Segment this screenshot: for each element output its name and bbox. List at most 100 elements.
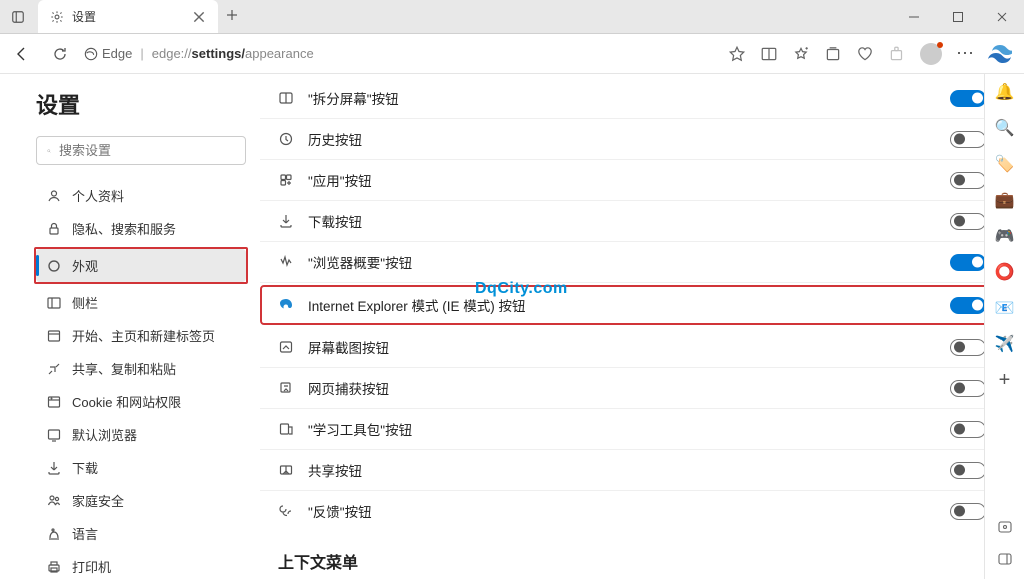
search-sidebar-icon[interactable]: 🔍: [995, 118, 1015, 138]
nav-icon: [46, 361, 62, 377]
copilot-icon[interactable]: [988, 42, 1012, 66]
toggle-switch[interactable]: [950, 90, 986, 107]
settings-toggle-row: "反馈"按钮: [260, 491, 1004, 531]
nav-icon: [46, 559, 62, 575]
row-label: 屏幕截图按钮: [308, 337, 936, 357]
row-label: "浏览器概要"按钮: [308, 252, 936, 272]
browser-tab[interactable]: 设置: [38, 0, 218, 33]
maximize-button[interactable]: [936, 0, 980, 34]
sidebar-item[interactable]: 语言: [36, 517, 246, 550]
back-button[interactable]: [8, 40, 36, 68]
settings-toggle-row: Internet Explorer 模式 (IE 模式) 按钮: [260, 285, 1004, 325]
settings-toggle-row: 网页捕获按钮: [260, 368, 1004, 409]
sidebar-item[interactable]: 下载: [36, 451, 246, 484]
row-label: 历史按钮: [308, 129, 936, 149]
settings-toggle-row: "应用"按钮: [260, 160, 1004, 201]
tag-icon[interactable]: 🏷️: [995, 154, 1015, 174]
toggle-switch[interactable]: [950, 254, 986, 271]
row-label: "拆分屏幕"按钮: [308, 88, 936, 108]
settings-toggle-row: 共享按钮: [260, 450, 1004, 491]
sidebar-item[interactable]: 隐私、搜索和服务: [36, 212, 246, 245]
row-label: 共享按钮: [308, 460, 936, 480]
heart-icon[interactable]: [856, 45, 874, 63]
sidebar-item[interactable]: 默认浏览器: [36, 418, 246, 451]
row-label: 网页捕获按钮: [308, 378, 936, 398]
minimize-button[interactable]: [892, 0, 936, 34]
tab-actions-icon[interactable]: [6, 0, 30, 34]
new-tab-button[interactable]: [226, 8, 238, 26]
row-icon: [278, 131, 294, 147]
url-display[interactable]: Edge | edge://settings/appearance: [84, 46, 718, 61]
nav-icon: [46, 493, 62, 509]
settings-toggle-row: 下载按钮: [260, 201, 1004, 242]
game-icon[interactable]: 🎮: [995, 226, 1015, 246]
search-field[interactable]: [59, 143, 235, 158]
toggle-switch[interactable]: [950, 380, 986, 397]
sidebar-item[interactable]: 打印机: [36, 550, 246, 579]
row-icon: [278, 421, 294, 437]
split-screen-icon[interactable]: [760, 45, 778, 63]
row-label: "反馈"按钮: [308, 501, 936, 521]
row-icon: [278, 503, 294, 519]
sidebar-item[interactable]: 外观: [36, 249, 246, 282]
toggle-switch[interactable]: [950, 172, 986, 189]
sidebar-collapse-icon[interactable]: [995, 549, 1015, 569]
sidebar-item[interactable]: Cookie 和网站权限: [36, 385, 246, 418]
send-icon[interactable]: ✈️: [995, 334, 1015, 354]
settings-toggle-row: 屏幕截图按钮: [260, 327, 1004, 368]
bell-icon[interactable]: 🔔: [995, 82, 1015, 102]
row-icon: [278, 339, 294, 355]
sidebar-item-label: 隐私、搜索和服务: [72, 219, 176, 238]
row-icon: [278, 172, 294, 188]
sidebar-item[interactable]: 侧栏: [36, 286, 246, 319]
profile-avatar[interactable]: [920, 43, 942, 65]
toggle-switch[interactable]: [950, 213, 986, 230]
sidebar-item[interactable]: 共享、复制和粘贴: [36, 352, 246, 385]
sidebar-settings-icon[interactable]: [995, 517, 1015, 537]
row-label: "学习工具包"按钮: [308, 419, 936, 439]
settings-main: "拆分屏幕"按钮历史按钮 "应用"按钮下载按钮 "浏览器概要"按钮 Internet …: [260, 74, 1024, 579]
ie-icon: [278, 297, 294, 313]
sidebar-item-label: 打印机: [72, 557, 111, 576]
toggle-switch[interactable]: [950, 339, 986, 356]
row-icon: [278, 213, 294, 229]
extension-icon[interactable]: [888, 45, 906, 63]
search-icon: [47, 144, 51, 158]
row-label: 下载按钮: [308, 211, 936, 231]
sidebar-item-label: 个人资料: [72, 186, 124, 205]
settings-sidebar: 设置 个人资料隐私、搜索和服务外观侧栏开始、主页和新建标签页共享、复制和粘贴Co…: [0, 74, 260, 579]
sidebar-item-label: 共享、复制和粘贴: [72, 359, 176, 378]
row-icon: [278, 380, 294, 396]
nav-icon: [46, 394, 62, 410]
more-icon[interactable]: ⋯: [956, 45, 974, 63]
search-input[interactable]: [36, 136, 246, 165]
settings-toggle-row: "浏览器概要"按钮: [260, 242, 1004, 283]
nav-icon: [46, 295, 62, 311]
toggle-switch[interactable]: [950, 503, 986, 520]
nav-icon: [46, 188, 62, 204]
refresh-button[interactable]: [46, 40, 74, 68]
close-window-button[interactable]: [980, 0, 1024, 34]
collections-icon[interactable]: [824, 45, 842, 63]
toggle-switch[interactable]: [950, 131, 986, 148]
toggle-switch[interactable]: [950, 421, 986, 438]
toggle-switch[interactable]: [950, 462, 986, 479]
row-label: "应用"按钮: [308, 170, 936, 190]
sidebar-item[interactable]: 个人资料: [36, 179, 246, 212]
sidebar-item[interactable]: 家庭安全: [36, 484, 246, 517]
section-header-context-menu: 上下文菜单: [260, 531, 1004, 579]
briefcase-icon[interactable]: 💼: [995, 190, 1015, 210]
favorites-bar-icon[interactable]: [792, 45, 810, 63]
favorite-icon[interactable]: [728, 45, 746, 63]
row-icon: [278, 462, 294, 478]
add-sidebar-icon[interactable]: +: [995, 370, 1015, 390]
ring-icon[interactable]: ⭕: [995, 262, 1015, 282]
close-icon[interactable]: [192, 10, 206, 24]
sidebar-item-label: 语言: [72, 524, 98, 543]
toggle-switch[interactable]: [950, 297, 986, 314]
gear-icon: [50, 10, 64, 24]
sidebar-item-label: 开始、主页和新建标签页: [72, 326, 215, 345]
sidebar-item[interactable]: 开始、主页和新建标签页: [36, 319, 246, 352]
nav-icon: [46, 460, 62, 476]
outlook-icon[interactable]: 📧: [995, 298, 1015, 318]
